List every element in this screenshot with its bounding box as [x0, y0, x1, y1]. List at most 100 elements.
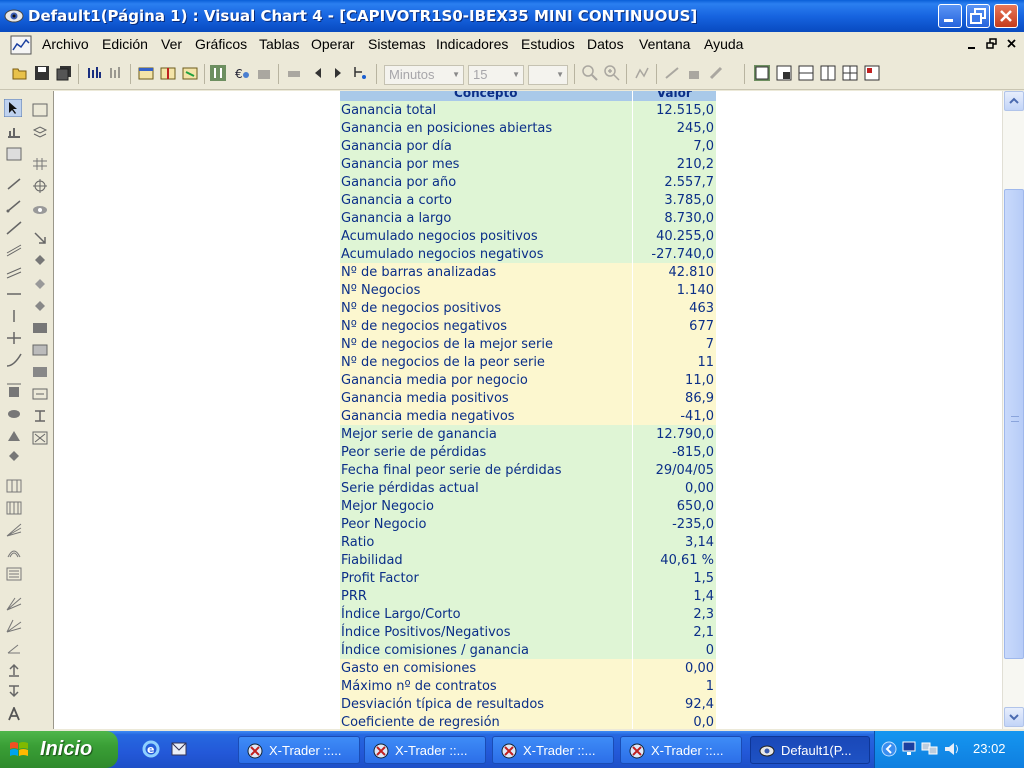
- save-icon[interactable]: [34, 65, 50, 81]
- text-tool-icon[interactable]: [6, 707, 22, 721]
- menu-tablas[interactable]: Tablas: [259, 36, 299, 52]
- square-fill-icon[interactable]: [6, 385, 22, 399]
- grid-tool-icon[interactable]: [32, 157, 48, 171]
- tray-expand-icon[interactable]: [881, 741, 897, 757]
- layout-3-icon[interactable]: [798, 65, 814, 81]
- minimize-button[interactable]: [938, 4, 962, 28]
- header-valor[interactable]: Valor: [631, 91, 716, 101]
- cursor-tool-icon[interactable]: [352, 65, 368, 81]
- window-tile-icon[interactable]: [160, 65, 176, 81]
- restore-button[interactable]: [966, 4, 990, 28]
- menu-operar[interactable]: Operar: [311, 36, 355, 52]
- task-x-trader-3[interactable]: X-Trader ::...: [492, 736, 614, 764]
- task-default1-active[interactable]: Default1(P...: [750, 736, 870, 764]
- scroll-up-button[interactable]: [1004, 91, 1024, 111]
- eye-tool-icon[interactable]: [32, 203, 48, 217]
- menu-ver[interactable]: Ver: [161, 36, 182, 52]
- internet-explorer-icon[interactable]: e: [142, 740, 160, 758]
- box-tool-icon[interactable]: [32, 365, 48, 379]
- menu-sistemas[interactable]: Sistemas: [368, 36, 426, 52]
- curve-tool-icon[interactable]: [6, 353, 22, 367]
- vertical-scrollbar[interactable]: [1002, 91, 1024, 729]
- header-concepto[interactable]: Concepto: [340, 91, 632, 101]
- select-tool-icon[interactable]: [210, 65, 226, 81]
- rectangle-fill-icon[interactable]: [32, 321, 48, 335]
- arc-tool-icon[interactable]: [6, 545, 22, 559]
- bars-tool-icon[interactable]: [6, 125, 22, 139]
- grid-rect-icon[interactable]: [32, 343, 48, 357]
- horizontal-line-icon[interactable]: [6, 287, 22, 301]
- interval-combo[interactable]: 15 ▼: [468, 65, 524, 85]
- fibonacci-tool-icon[interactable]: [6, 501, 22, 515]
- window-cascade-icon[interactable]: [182, 65, 198, 81]
- window-tool-icon[interactable]: [32, 103, 48, 117]
- diamond-fill-tool-icon[interactable]: [32, 277, 48, 291]
- open-folder-icon[interactable]: [12, 65, 28, 81]
- layout-5-icon[interactable]: [842, 65, 858, 81]
- save-all-icon[interactable]: [56, 65, 72, 81]
- ray-tool-icon[interactable]: [6, 199, 22, 213]
- angle-tool-icon[interactable]: [6, 641, 22, 655]
- network-icon[interactable]: [901, 740, 919, 758]
- arrow-down-tool-icon[interactable]: [6, 685, 22, 699]
- menu-ayuda[interactable]: Ayuda: [704, 36, 743, 52]
- scroll-down-button[interactable]: [1004, 707, 1024, 727]
- navigate-left-icon[interactable]: [310, 65, 326, 81]
- menu-edicion[interactable]: Edición: [102, 36, 148, 52]
- close-button[interactable]: [994, 4, 1018, 28]
- menu-estudios[interactable]: Estudios: [521, 36, 575, 52]
- lines-list-icon[interactable]: [6, 567, 22, 581]
- line-tool-icon[interactable]: [6, 177, 22, 191]
- ellipse-tool-icon[interactable]: [6, 407, 22, 421]
- task-x-trader-2[interactable]: X-Trader ::...: [364, 736, 486, 764]
- vertical-line-icon[interactable]: [6, 309, 22, 323]
- layers-tool-icon[interactable]: [32, 125, 48, 139]
- blank-combo[interactable]: ▼: [528, 65, 568, 85]
- period-combo[interactable]: Minutos ▼: [384, 65, 464, 85]
- visual-chart-app-icon[interactable]: [4, 6, 24, 26]
- layout-1-icon[interactable]: [754, 65, 770, 81]
- layout-6-icon[interactable]: [864, 65, 880, 81]
- arrow-up-tool-icon[interactable]: [6, 663, 22, 677]
- network-connections-icon[interactable]: [921, 740, 939, 758]
- menu-graficos[interactable]: Gráficos: [195, 36, 247, 52]
- arrow-tool-icon[interactable]: [32, 231, 48, 245]
- menu-datos[interactable]: Datos: [587, 36, 624, 52]
- columns-tool-icon[interactable]: [6, 479, 22, 493]
- gann-tool-icon[interactable]: [6, 597, 22, 611]
- channel-tool-icon[interactable]: [6, 243, 22, 257]
- scroll-thumb[interactable]: [1004, 189, 1024, 659]
- diamond-tool-icon[interactable]: [32, 253, 48, 267]
- task-x-trader-4[interactable]: X-Trader ::...: [620, 736, 742, 764]
- mdi-minimize-icon[interactable]: [966, 37, 978, 51]
- bar-chart-icon[interactable]: [86, 65, 102, 81]
- outlook-express-icon[interactable]: [170, 740, 188, 758]
- menu-archivo[interactable]: Archivo: [42, 36, 89, 52]
- cross-tool-icon[interactable]: [6, 331, 22, 345]
- layout-2-icon[interactable]: [776, 65, 792, 81]
- layout-4-icon[interactable]: [820, 65, 836, 81]
- mdi-restore-icon[interactable]: [986, 37, 998, 51]
- delete-box-icon[interactable]: [32, 431, 48, 445]
- gann-fan-icon[interactable]: [6, 619, 22, 633]
- navigate-right-icon[interactable]: [330, 65, 346, 81]
- grid-box-icon[interactable]: [6, 147, 22, 161]
- extended-line-icon[interactable]: [6, 221, 22, 235]
- task-x-trader-1[interactable]: X-Trader ::...: [238, 736, 360, 764]
- marker-tool-icon[interactable]: [32, 299, 48, 313]
- menu-indicadores[interactable]: Indicadores: [436, 36, 508, 52]
- currency-icon[interactable]: €: [234, 65, 250, 81]
- volume-icon[interactable]: [943, 740, 963, 758]
- mdi-close-icon[interactable]: [1006, 37, 1018, 51]
- zoom-out-icon[interactable]: [582, 65, 598, 81]
- parallel-lines-icon[interactable]: [6, 265, 22, 279]
- triangle-tool-icon[interactable]: [6, 429, 22, 443]
- title-bar[interactable]: Default1(Página 1) : Visual Chart 4 - [C…: [0, 0, 1024, 32]
- pointer-tool-icon[interactable]: [4, 99, 22, 117]
- crosshair-tool-icon[interactable]: [32, 179, 48, 193]
- diamond-small-icon[interactable]: [6, 449, 22, 463]
- fan-tool-icon[interactable]: [6, 523, 22, 537]
- window-new-icon[interactable]: [138, 65, 154, 81]
- text-box-icon[interactable]: [32, 387, 48, 401]
- fork-tool-icon[interactable]: [32, 409, 48, 423]
